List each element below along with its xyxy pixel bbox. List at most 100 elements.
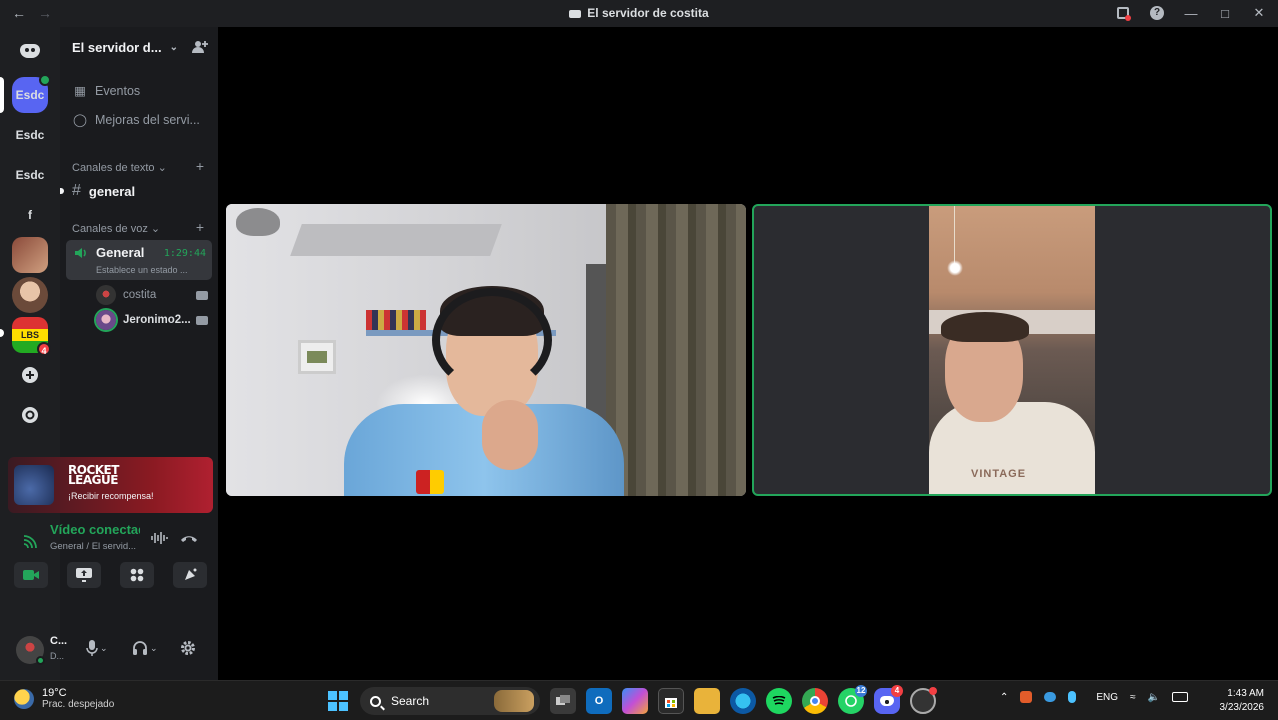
voice-status-subtitle[interactable]: General / El servid...: [50, 541, 142, 552]
copilot-app[interactable]: [622, 688, 648, 714]
app-with-alert[interactable]: [910, 687, 937, 714]
create-text-channel-button[interactable]: +: [196, 158, 204, 174]
signal-icon[interactable]: [22, 534, 38, 550]
server-esdc-active[interactable]: Esdc: [12, 74, 51, 113]
invite-user-icon[interactable]: [192, 39, 208, 55]
chevron-up-icon[interactable]: ⌃: [1000, 692, 1008, 703]
camera-icon: [196, 290, 208, 300]
close-button[interactable]: ✕: [1250, 4, 1268, 22]
store-app[interactable]: [658, 688, 684, 714]
video-tile-costita[interactable]: [226, 204, 746, 496]
search-label: Search: [391, 694, 430, 708]
direct-messages-button[interactable]: [12, 33, 48, 69]
wifi-icon[interactable]: ≈: [1130, 692, 1136, 703]
onedrive-icon[interactable]: [1044, 692, 1057, 702]
minimize-button[interactable]: —: [1182, 4, 1200, 22]
battery-icon[interactable]: [1172, 692, 1189, 702]
whatsapp-badge: 12: [855, 685, 867, 697]
voice-user-costita[interactable]: costita: [96, 285, 208, 305]
taskbar-apps: Search O 12 4: [326, 685, 937, 715]
inbox-button[interactable]: [1114, 4, 1132, 22]
video-scene: [298, 340, 336, 374]
user-status: D...: [50, 651, 65, 661]
camera-button[interactable]: [14, 562, 48, 588]
video-tile-jeronimo-speaking[interactable]: VINTAGE: [752, 204, 1272, 496]
server-header[interactable]: El servidor d... ⌄: [60, 27, 218, 67]
screen-share-button[interactable]: [67, 562, 101, 588]
shirt-text: VINTAGE: [971, 468, 1027, 480]
inbox-icon: [1117, 7, 1131, 21]
voice-active-badge: [39, 74, 51, 86]
edge-app[interactable]: [730, 688, 756, 714]
voice-user-jeronimo[interactable]: Jeronimo2...: [96, 310, 208, 330]
disconnect-icon[interactable]: [180, 531, 198, 545]
text-category-header[interactable]: Canales de texto ⌄: [72, 161, 167, 174]
sidebar-item-label: Mejoras del servi...: [95, 112, 200, 127]
maximize-button[interactable]: □: [1216, 4, 1234, 22]
sidebar-item-eventos[interactable]: ▦ Eventos: [72, 83, 141, 99]
outlook-app[interactable]: O: [586, 688, 612, 714]
soundboard-button[interactable]: [173, 562, 207, 588]
server-lbs[interactable]: LBS 4: [12, 317, 51, 356]
settings-button[interactable]: [180, 640, 196, 656]
server-esdc-2[interactable]: Esdc: [12, 117, 48, 153]
set-status-prompt[interactable]: Establece un estado ...: [96, 265, 188, 275]
system-tray: ⌃ ENG ≈ 🔈: [1000, 691, 1189, 703]
server-image-2[interactable]: [12, 277, 48, 313]
tray-app-icon[interactable]: [1020, 691, 1033, 703]
server-image-1[interactable]: [12, 237, 48, 273]
clock-date: 3/23/2026: [1219, 702, 1265, 713]
task-view-button[interactable]: [550, 688, 576, 714]
mic-control[interactable]: ⌄: [86, 640, 108, 656]
server-label: Esdc: [15, 88, 45, 102]
file-explorer-app[interactable]: [694, 688, 720, 714]
forward-arrow-icon[interactable]: →: [38, 5, 52, 21]
avatar: [96, 310, 116, 330]
discord-logo-icon: [880, 696, 894, 706]
weather-widget[interactable]: 19°C Prac. despejado: [14, 687, 114, 710]
help-button[interactable]: ?: [1148, 4, 1166, 22]
chrome-app[interactable]: [802, 688, 828, 714]
add-server-button[interactable]: [12, 357, 48, 393]
create-voice-channel-button[interactable]: +: [196, 219, 204, 235]
server-esdc-3[interactable]: Esdc: [12, 157, 48, 193]
language-indicator[interactable]: ENG: [1096, 692, 1118, 703]
reward-link[interactable]: ¡Recibir recompensa!: [68, 491, 154, 501]
noise-suppression-icon[interactable]: [150, 529, 168, 547]
title-bar: ← → El servidor de costita ? — □ ✕: [0, 0, 1278, 27]
game-logo: ROCKET LEAGUE: [68, 463, 119, 487]
system-clock[interactable]: 1:43 AM 3/23/2026: [1220, 687, 1265, 715]
video-scene: [236, 208, 280, 236]
chevron-down-icon: ⌄: [169, 41, 178, 53]
nav-buttons: ← →: [12, 5, 52, 21]
camera-icon: [196, 315, 208, 325]
sidebar-item-label: Eventos: [95, 83, 141, 98]
game-promo-card[interactable]: ROCKET LEAGUE ¡Recibir recompensa!: [8, 457, 213, 513]
server-label: LBS: [21, 330, 39, 340]
whatsapp-app[interactable]: 12: [838, 685, 867, 714]
video-scene: [416, 470, 444, 494]
back-arrow-icon[interactable]: ←: [12, 5, 26, 21]
call-timer: 1:29:44: [163, 248, 206, 259]
sidebar-item-mejoras[interactable]: ◯ Mejoras del servi...: [72, 112, 200, 128]
windows-taskbar: 19°C Prac. despejado Search O 12 4 ⌃ ENG…: [0, 680, 1278, 720]
spotify-app[interactable]: [766, 688, 792, 714]
volume-icon[interactable]: 🔈: [1148, 692, 1160, 703]
activities-button[interactable]: [120, 562, 154, 588]
headphones-control[interactable]: ⌄: [132, 640, 158, 656]
taskbar-search[interactable]: Search: [360, 687, 540, 715]
voice-channel-general[interactable]: General 1:29:44 Establece un estado ...: [66, 240, 212, 280]
microphone-tray-icon[interactable]: [1068, 691, 1077, 703]
discord-app-taskbar[interactable]: 4: [874, 685, 903, 714]
calendar-icon: ▦: [74, 84, 86, 98]
category-label: Canales de texto: [72, 162, 155, 174]
user-name[interactable]: C...: [50, 635, 67, 647]
video-participant: [432, 288, 552, 392]
mention-badge: 4: [37, 342, 51, 356]
start-button[interactable]: [326, 689, 350, 713]
server-icon: [569, 9, 582, 18]
discover-button[interactable]: [12, 397, 48, 433]
voice-category-header[interactable]: Canales de voz ⌄: [72, 222, 160, 235]
channel-general[interactable]: # general: [60, 180, 210, 202]
server-f[interactable]: f: [12, 197, 48, 233]
